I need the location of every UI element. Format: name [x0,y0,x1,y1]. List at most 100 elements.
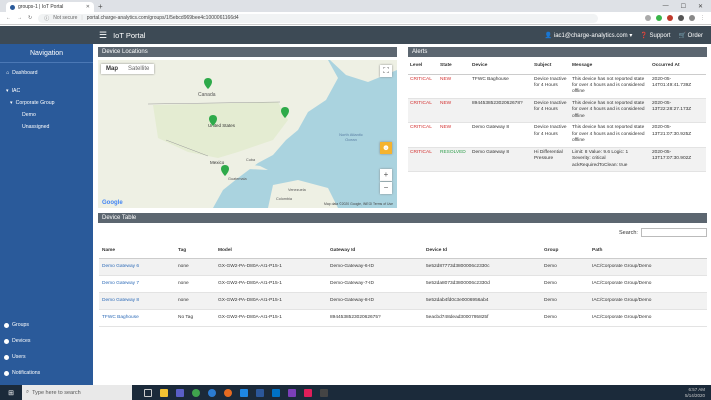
device-name-link[interactable]: Demo Gateway 7 [99,275,175,293]
close-window-icon[interactable]: ✕ [698,3,703,10]
device-name-link[interactable]: Demo Gateway 8 [99,292,175,310]
device-map[interactable]: Map Satellite ⛶ ☻ + − Canada United Stat… [98,60,397,208]
terminal-icon[interactable] [320,388,328,397]
alerts-col-device[interactable]: Device [470,57,532,75]
pegman-icon[interactable]: ☻ [380,142,392,154]
new-tab-button[interactable]: + [98,2,103,12]
sidebar-item-dashboard[interactable]: ⌂ Dashboard [0,67,93,79]
sidebar-item-notifications[interactable]: Notifications [0,367,93,379]
tree-item-group[interactable]: ▾ Corporate Group [0,97,93,109]
table-row[interactable]: Demo Gateway 8 none GX-GW2-PA-D80A-AI1-P… [99,292,707,310]
device-model: GX-GW2-PA-D80A-AI1-P15-1 [215,292,327,310]
minimize-icon[interactable]: — [663,3,669,9]
map-marker[interactable] [204,78,212,89]
extension-icon[interactable] [656,15,662,21]
alerts-col-occurred[interactable]: Occurred At [650,57,706,75]
device-col-path[interactable]: Path [589,243,707,259]
google-logo: Google [102,200,123,206]
edge-icon[interactable] [208,388,216,397]
map-attribution[interactable]: Map data ©2020 Google, INEGI Terms of Us… [324,202,393,206]
map-marker[interactable] [281,107,289,118]
device-col-gateway[interactable]: Gateway Id [327,243,423,259]
slack-icon[interactable] [304,388,312,397]
device-col-group[interactable]: Group [541,243,589,259]
extension-icon[interactable] [678,15,684,21]
visual-studio-icon[interactable] [288,388,296,397]
device-name[interactable]: Demo Gateway 8 [102,298,139,303]
tree-item-root[interactable]: ▾ IAC [0,85,93,97]
sidebar-item-users[interactable]: Users [0,351,93,363]
user-menu[interactable]: 👤 iac1@charge-analytics.com ▾ [545,32,633,39]
fullscreen-icon[interactable]: ⛶ [380,65,392,77]
taskbar-apps [144,388,328,397]
taskbar-search[interactable]: ⌕ Type here to search [22,385,132,400]
device-name[interactable]: Demo Gateway 7 [102,281,139,286]
tree-item-unassigned[interactable]: Unassigned [0,121,93,133]
alerts-header: Alerts [408,47,707,57]
store-icon[interactable] [240,388,248,397]
word-icon[interactable] [256,388,264,397]
menu-icon[interactable]: ⋮ [700,15,705,21]
reload-icon[interactable]: ↻ [28,15,32,21]
device-col-model[interactable]: Model [215,243,327,259]
alerts-col-state[interactable]: State [438,57,470,75]
hamburger-icon[interactable]: ☰ [99,30,107,41]
device-col-device-id[interactable]: Device Id [423,243,541,259]
map-tab[interactable]: Map [101,64,123,74]
user-email: iac1@charge-analytics.com [553,32,628,39]
tree-label: IAC [11,88,21,94]
table-row[interactable]: Demo Gateway 7 none GX-GW2-PA-D80A-AI1-P… [99,275,707,293]
table-row[interactable]: TFWC Baghouse No Tag GX-GW2-PA-D80A-AI1-… [99,309,707,327]
star-icon[interactable] [645,15,651,21]
forward-icon[interactable]: → [17,15,22,21]
zoom-in-button[interactable]: + [380,169,392,181]
firefox-icon[interactable] [224,388,232,397]
search-input[interactable] [640,228,707,237]
alert-row[interactable]: CRITICAL NEW TFWC Baghouse Device Inacti… [408,74,706,99]
back-icon[interactable]: ← [6,15,11,21]
close-tab-icon[interactable]: ✕ [86,4,90,10]
maximize-icon[interactable]: ☐ [681,3,686,10]
info-icon[interactable]: ⓘ [44,15,49,22]
alert-row[interactable]: CRITICAL RESOLVED Demo Gateway 8 Hi Diff… [408,147,706,173]
sidebar-item-groups[interactable]: Groups [0,319,93,331]
map-marker[interactable] [221,165,229,176]
chrome-icon[interactable] [192,388,200,397]
alerts-col-subject[interactable]: Subject [532,57,570,75]
teams-icon[interactable] [176,388,184,397]
alert-row[interactable]: CRITICAL NEW 894453852302062678? Device … [408,98,706,124]
satellite-tab[interactable]: Satellite [123,64,154,74]
map-marker[interactable] [209,115,217,126]
extension-icon[interactable] [667,15,673,21]
task-view-icon[interactable] [144,388,152,397]
table-row[interactable]: Demo Gateway 6 none GX-GW2-PA-D80A-AI1-P… [99,258,707,276]
sidebar-item-label: Groups [12,322,30,328]
tree-item-demo[interactable]: Demo [0,109,93,121]
alert-occurred: 2020-05-13T21:07:30.925Z [650,122,706,148]
sidebar-item-devices[interactable]: Devices [0,335,93,347]
alerts-col-message[interactable]: Message [570,57,650,75]
file-explorer-icon[interactable] [160,388,168,397]
url-field[interactable]: ⓘ Not secure | portal.charge-analytics.c… [38,13,599,23]
caret-down-icon[interactable]: ▾ [6,88,9,94]
support-link[interactable]: ❓ Support [640,32,670,39]
browser-tab[interactable]: groups-1 | IoT Portal ✕ [6,2,94,12]
caret-down-icon[interactable]: ▾ [10,100,13,106]
zoom-out-button[interactable]: − [380,182,392,194]
device-name-link[interactable]: Demo Gateway 6 [99,258,175,276]
profile-avatar[interactable] [689,15,695,21]
device-col-tag[interactable]: Tag [175,243,215,259]
device-tag: No Tag [175,309,215,327]
device-name[interactable]: Demo Gateway 6 [102,264,139,269]
device-name-link[interactable]: TFWC Baghouse [99,309,175,327]
device-path: IAC/Corporate Group/Demo [589,309,707,327]
alerts-col-level[interactable]: Level [408,57,438,75]
device-name[interactable]: TFWC Baghouse [102,315,139,320]
outlook-icon[interactable] [272,388,280,397]
windows-start-icon[interactable]: ⊞ [0,389,22,397]
users-icon [4,354,9,360]
device-col-name[interactable]: Name [99,243,175,259]
alert-row[interactable]: CRITICAL NEW Demo Gateway 8 Device Inact… [408,122,706,148]
system-tray-clock[interactable]: 6:57 AM 5/14/2020 [685,387,711,398]
order-link[interactable]: 🛒 Order [679,32,703,39]
